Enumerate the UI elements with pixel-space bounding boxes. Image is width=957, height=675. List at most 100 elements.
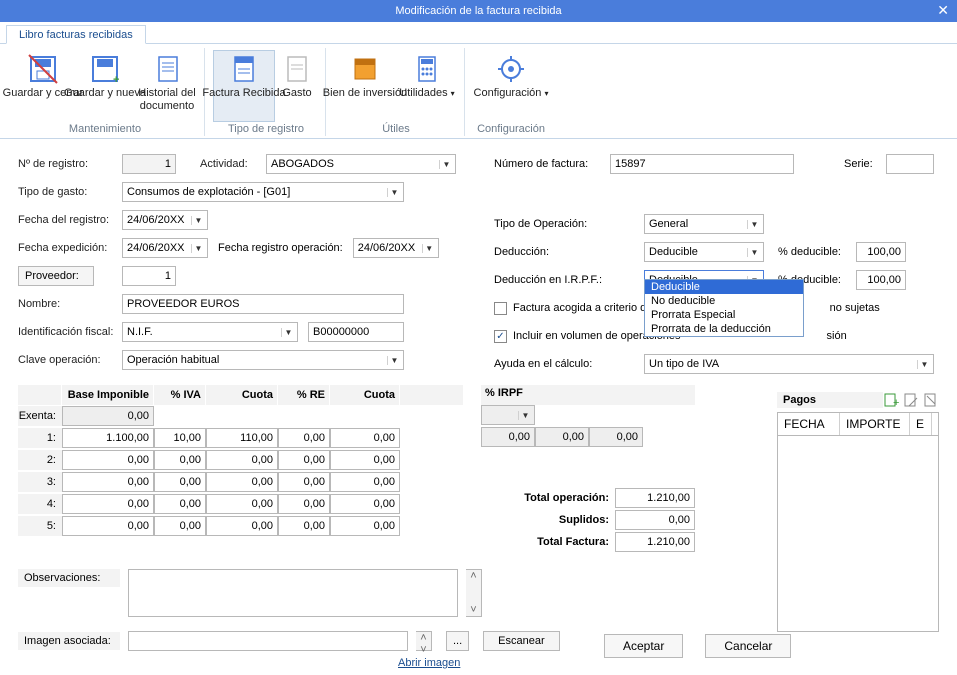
iva-cuota2-input[interactable]	[330, 472, 400, 492]
iva-base-input	[62, 406, 154, 426]
pct-ded2-input[interactable]	[856, 270, 906, 290]
n-registro-input[interactable]	[122, 154, 176, 174]
pct-ded-label: % deducible:	[778, 246, 856, 258]
proveedor-button[interactable]: Proveedor:	[18, 266, 94, 286]
nombre-input[interactable]	[122, 294, 404, 314]
iva-cuota2-input[interactable]	[330, 516, 400, 536]
pagos-col-fecha[interactable]: FECHA	[778, 413, 840, 435]
imagen-input[interactable]	[128, 631, 408, 651]
iva-pct-input[interactable]	[154, 494, 206, 514]
iva-cuota-input[interactable]	[206, 494, 278, 514]
dd-option-no-deducible[interactable]: No deducible	[645, 294, 803, 308]
ok-button[interactable]: Aceptar	[604, 634, 683, 658]
ded-irpf-label: Deducción en I.R.P.F.:	[494, 274, 644, 286]
clave-op-select[interactable]: Operación habitual▼	[122, 350, 404, 370]
fecha-exped-input[interactable]: 24/06/20XX▼	[122, 238, 208, 258]
proveedor-input[interactable]	[122, 266, 176, 286]
fecha-reg-op-input[interactable]: 24/06/20XX▼	[353, 238, 439, 258]
dd-option-deducible[interactable]: Deducible	[645, 280, 803, 294]
iva-re-input[interactable]	[278, 494, 330, 514]
iva-base-input[interactable]	[62, 494, 154, 514]
document-history-icon	[151, 53, 183, 85]
tipo-op-label: Tipo de Operación:	[494, 218, 644, 230]
iva-base-input[interactable]	[62, 428, 154, 448]
ayuda-select[interactable]: Un tipo de IVA▼	[644, 354, 934, 374]
actividad-label: Actividad:	[200, 158, 266, 170]
scan-button[interactable]: Escanear	[483, 631, 559, 651]
caja-checkbox[interactable]	[494, 302, 507, 315]
cancel-button[interactable]: Cancelar	[705, 634, 791, 658]
scrollbar-small[interactable]: ˄˅	[416, 631, 432, 651]
pct-ded-input[interactable]	[856, 242, 906, 262]
iva-base-input[interactable]	[62, 516, 154, 536]
iva-cuota-input[interactable]	[206, 472, 278, 492]
delete-payment-icon[interactable]	[923, 392, 939, 408]
abrir-imagen-link[interactable]: Abrir imagen	[398, 657, 460, 669]
tipo-gasto-select[interactable]: Consumos de explotación - [G01]▼	[122, 182, 404, 202]
iva-cuota2-input[interactable]	[330, 428, 400, 448]
chevron-down-icon: ▼	[191, 244, 205, 253]
chevron-down-icon: ▼	[439, 160, 453, 169]
chevron-down-icon: ˅	[470, 604, 476, 616]
irpf-pct-select[interactable]: ▼	[481, 405, 535, 425]
iva-cuota-input[interactable]	[206, 428, 278, 448]
edit-payment-icon[interactable]	[903, 392, 919, 408]
gasto-button[interactable]: Gasto	[275, 50, 319, 122]
history-button[interactable]: Historial del documento	[136, 50, 198, 122]
close-icon[interactable]: ✕	[937, 2, 949, 19]
id-fiscal-tipo-select[interactable]: N.I.F.▼	[122, 322, 298, 342]
observaciones-input[interactable]	[128, 569, 458, 617]
dialog-buttons: Aceptar Cancelar	[604, 634, 791, 658]
iva-cuota-input[interactable]	[206, 450, 278, 470]
pagos-col-e[interactable]: E	[910, 413, 932, 435]
bien-inversion-button[interactable]: Bien de inversión	[334, 50, 396, 122]
chevron-down-icon: ▼	[387, 188, 401, 197]
iva-pct-input[interactable]	[154, 516, 206, 536]
configuracion-button[interactable]: Configuración ▾	[473, 50, 549, 122]
iva-cuota-input[interactable]	[206, 516, 278, 536]
num-factura-label: Número de factura:	[494, 158, 610, 170]
iva-re-input[interactable]	[278, 450, 330, 470]
total-fac-label: Total Factura:	[537, 536, 609, 548]
iva-row-label: 2:	[18, 450, 62, 470]
iva-re-input[interactable]	[278, 428, 330, 448]
expense-icon	[281, 53, 313, 85]
iva-re-input[interactable]	[278, 516, 330, 536]
actividad-select[interactable]: ABOGADOS▼	[266, 154, 456, 174]
volumen-checkbox[interactable]: ✓	[494, 330, 507, 343]
ayuda-label: Ayuda en el cálculo:	[494, 358, 644, 370]
pagos-col-importe[interactable]: IMPORTE	[840, 413, 910, 435]
tab-libro-facturas[interactable]: Libro facturas recibidas	[6, 25, 146, 44]
iva-cuota2-input[interactable]	[330, 450, 400, 470]
suplidos-input[interactable]: 0,00	[615, 510, 695, 530]
iva-base-input[interactable]	[62, 450, 154, 470]
serie-input[interactable]	[886, 154, 934, 174]
utilidades-button[interactable]: Utilidades ▾	[396, 50, 458, 122]
tipo-op-select[interactable]: General▼	[644, 214, 764, 234]
iva-cuota2-input[interactable]	[330, 494, 400, 514]
iva-row: 1:	[18, 427, 463, 449]
n-registro-label: Nº de registro:	[18, 158, 122, 170]
iva-base-input[interactable]	[62, 472, 154, 492]
iva-row: Exenta:	[18, 405, 463, 427]
irpf-v1-input	[535, 427, 589, 447]
num-factura-input[interactable]	[610, 154, 794, 174]
dd-option-prorrata-especial[interactable]: Prorrata Especial	[645, 308, 803, 322]
dd-option-prorrata-deduccion[interactable]: Prorrata de la deducción	[645, 322, 803, 336]
scrollbar[interactable]: ˄˅	[466, 569, 482, 617]
iva-pct-input[interactable]	[154, 428, 206, 448]
nombre-label: Nombre:	[18, 298, 122, 310]
factura-recibida-button[interactable]: Factura Recibida	[213, 50, 275, 122]
iva-pct-input[interactable]	[154, 472, 206, 492]
add-payment-icon[interactable]: +	[883, 392, 899, 408]
iva-pct-input[interactable]	[154, 450, 206, 470]
save-new-icon: +	[89, 53, 121, 85]
save-close-button[interactable]: Guardar y cerrar	[12, 50, 74, 122]
imagen-label: Imagen asociada:	[18, 632, 120, 650]
clave-op-label: Clave operación:	[18, 354, 122, 366]
fecha-registro-input[interactable]: 24/06/20XX▼	[122, 210, 208, 230]
deduccion-select[interactable]: Deducible▼	[644, 242, 764, 262]
iva-re-input[interactable]	[278, 472, 330, 492]
browse-button[interactable]: ...	[446, 631, 469, 651]
id-fiscal-input[interactable]	[308, 322, 404, 342]
